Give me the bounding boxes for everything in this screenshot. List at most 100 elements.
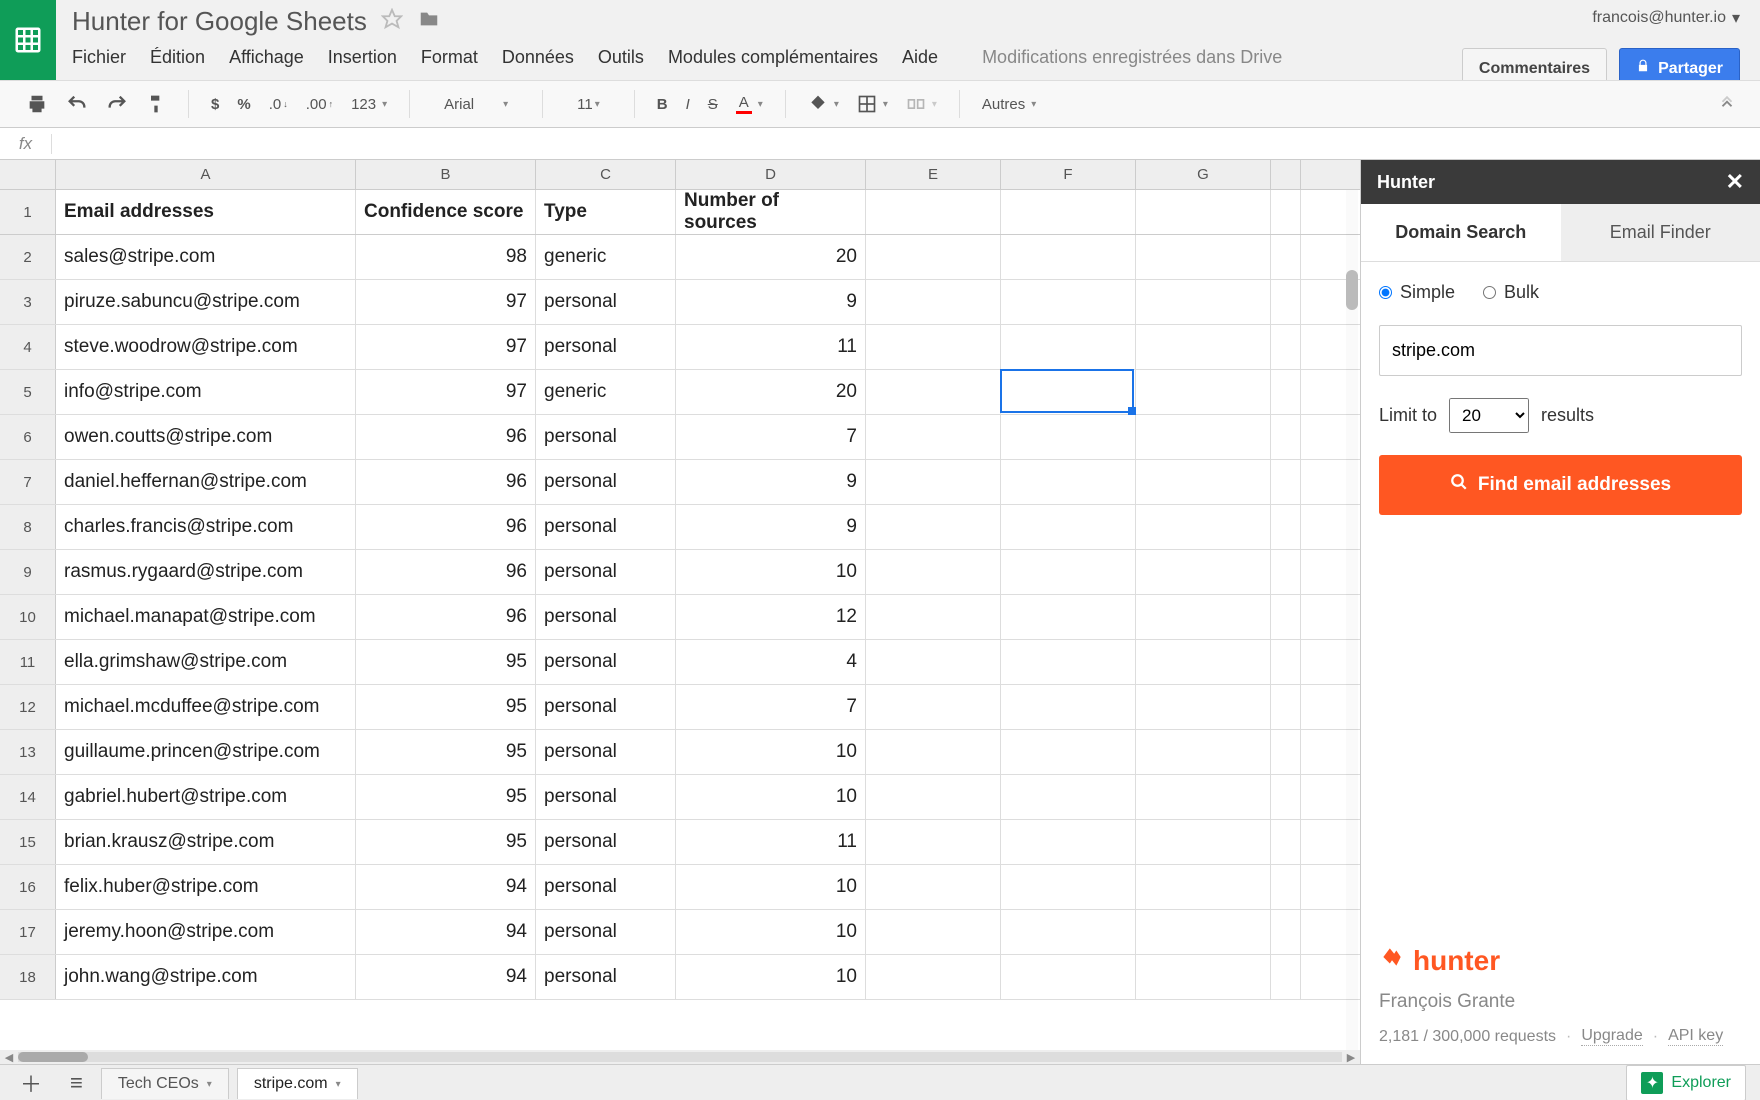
close-icon[interactable]: ✕ — [1726, 169, 1744, 195]
menu-format[interactable]: Format — [421, 47, 478, 68]
formula-input[interactable] — [52, 128, 1760, 159]
cell[interactable]: personal — [536, 460, 676, 504]
find-emails-button[interactable]: Find email addresses — [1379, 455, 1742, 515]
cell[interactable] — [1136, 190, 1271, 234]
select-all-corner[interactable] — [0, 160, 56, 189]
table-row[interactable]: 7daniel.heffernan@stripe.com96personal9 — [0, 460, 1360, 505]
cell[interactable]: gabriel.hubert@stripe.com — [56, 775, 356, 819]
cell[interactable] — [1271, 910, 1301, 954]
cell[interactable]: 10 — [676, 865, 866, 909]
cell[interactable] — [1001, 865, 1136, 909]
add-sheet-icon[interactable]: ＋ — [10, 1063, 52, 1100]
cell[interactable] — [1271, 640, 1301, 684]
cell[interactable]: generic — [536, 235, 676, 279]
row-head[interactable]: 16 — [0, 865, 56, 909]
cell[interactable]: daniel.heffernan@stripe.com — [56, 460, 356, 504]
row-head[interactable]: 15 — [0, 820, 56, 864]
strikethrough-icon[interactable]: S — [702, 92, 724, 117]
cell[interactable]: 95 — [356, 685, 536, 729]
cell[interactable] — [866, 280, 1001, 324]
horizontal-scrollbar[interactable]: ◀ ▶ — [0, 1050, 1360, 1064]
row-head[interactable]: 17 — [0, 910, 56, 954]
cell[interactable] — [1001, 505, 1136, 549]
all-sheets-icon[interactable]: ≡ — [60, 1066, 93, 1100]
cell[interactable]: 96 — [356, 415, 536, 459]
cell[interactable] — [866, 550, 1001, 594]
cell[interactable] — [1136, 955, 1271, 999]
cell[interactable] — [1271, 955, 1301, 999]
row-head[interactable]: 10 — [0, 595, 56, 639]
col-head-B[interactable]: B — [356, 160, 536, 189]
cell[interactable]: personal — [536, 595, 676, 639]
tab-email-finder[interactable]: Email Finder — [1561, 204, 1760, 261]
sheets-logo[interactable] — [0, 0, 56, 80]
cell[interactable]: john.wang@stripe.com — [56, 955, 356, 999]
row-head[interactable]: 4 — [0, 325, 56, 369]
cell[interactable]: personal — [536, 730, 676, 774]
cell[interactable] — [1271, 685, 1301, 729]
cell[interactable] — [866, 820, 1001, 864]
row-head[interactable]: 3 — [0, 280, 56, 324]
cell[interactable] — [1271, 280, 1301, 324]
cell[interactable]: 94 — [356, 955, 536, 999]
cell[interactable]: 97 — [356, 280, 536, 324]
redo-icon[interactable] — [100, 89, 134, 119]
cell[interactable]: personal — [536, 325, 676, 369]
cell[interactable] — [1001, 820, 1136, 864]
cell[interactable]: personal — [536, 280, 676, 324]
cell[interactable] — [1136, 865, 1271, 909]
cell[interactable] — [1271, 550, 1301, 594]
cell[interactable] — [1271, 505, 1301, 549]
font-size-select[interactable]: 11▾ — [559, 92, 618, 117]
table-row[interactable]: 16felix.huber@stripe.com94personal10 — [0, 865, 1360, 910]
limit-select[interactable]: 20 — [1449, 398, 1529, 433]
table-row[interactable]: 13guillaume.princen@stripe.com95personal… — [0, 730, 1360, 775]
cell[interactable]: jeremy.hoon@stripe.com — [56, 910, 356, 954]
mode-simple-radio[interactable]: Simple — [1379, 282, 1455, 303]
cell[interactable] — [1271, 460, 1301, 504]
cell[interactable]: charles.francis@stripe.com — [56, 505, 356, 549]
api-key-link[interactable]: API key — [1668, 1027, 1723, 1046]
col-head-G[interactable]: G — [1136, 160, 1271, 189]
cell[interactable]: michael.mcduffee@stripe.com — [56, 685, 356, 729]
cell[interactable]: 9 — [676, 505, 866, 549]
explorer-button[interactable]: ✦ Explorer — [1626, 1065, 1746, 1100]
cell[interactable]: personal — [536, 955, 676, 999]
cell[interactable] — [1271, 775, 1301, 819]
table-row[interactable]: 12michael.mcduffee@stripe.com95personal7 — [0, 685, 1360, 730]
percent-icon[interactable]: % — [231, 92, 256, 117]
cell[interactable]: personal — [536, 910, 676, 954]
cell[interactable] — [1136, 595, 1271, 639]
cell[interactable] — [1136, 235, 1271, 279]
cell[interactable]: 95 — [356, 730, 536, 774]
cell[interactable] — [866, 730, 1001, 774]
row-head[interactable]: 13 — [0, 730, 56, 774]
cell[interactable] — [866, 460, 1001, 504]
sheet-tab-tech-ceos[interactable]: Tech CEOs▾ — [101, 1068, 229, 1099]
cell[interactable]: owen.coutts@stripe.com — [56, 415, 356, 459]
menu-tools[interactable]: Outils — [598, 47, 644, 68]
cell[interactable]: personal — [536, 415, 676, 459]
undo-icon[interactable] — [60, 89, 94, 119]
cell[interactable] — [1001, 775, 1136, 819]
cell[interactable]: 96 — [356, 550, 536, 594]
cell[interactable]: personal — [536, 775, 676, 819]
upgrade-link[interactable]: Upgrade — [1581, 1027, 1642, 1046]
cell[interactable] — [866, 595, 1001, 639]
domain-input[interactable] — [1379, 325, 1742, 376]
menu-data[interactable]: Données — [502, 47, 574, 68]
row-head[interactable]: 2 — [0, 235, 56, 279]
cell[interactable]: 10 — [676, 730, 866, 774]
cell[interactable] — [866, 640, 1001, 684]
cell[interactable] — [866, 235, 1001, 279]
collapse-toolbar-icon[interactable] — [1712, 91, 1742, 117]
cell[interactable]: 20 — [676, 370, 866, 414]
menu-help[interactable]: Aide — [902, 47, 938, 68]
table-row[interactable]: 6owen.coutts@stripe.com96personal7 — [0, 415, 1360, 460]
cell[interactable] — [1001, 955, 1136, 999]
table-row[interactable]: 11ella.grimshaw@stripe.com95personal4 — [0, 640, 1360, 685]
tab-domain-search[interactable]: Domain Search — [1361, 204, 1561, 261]
cell[interactable] — [866, 415, 1001, 459]
row-head[interactable]: 18 — [0, 955, 56, 999]
cell[interactable] — [1271, 235, 1301, 279]
